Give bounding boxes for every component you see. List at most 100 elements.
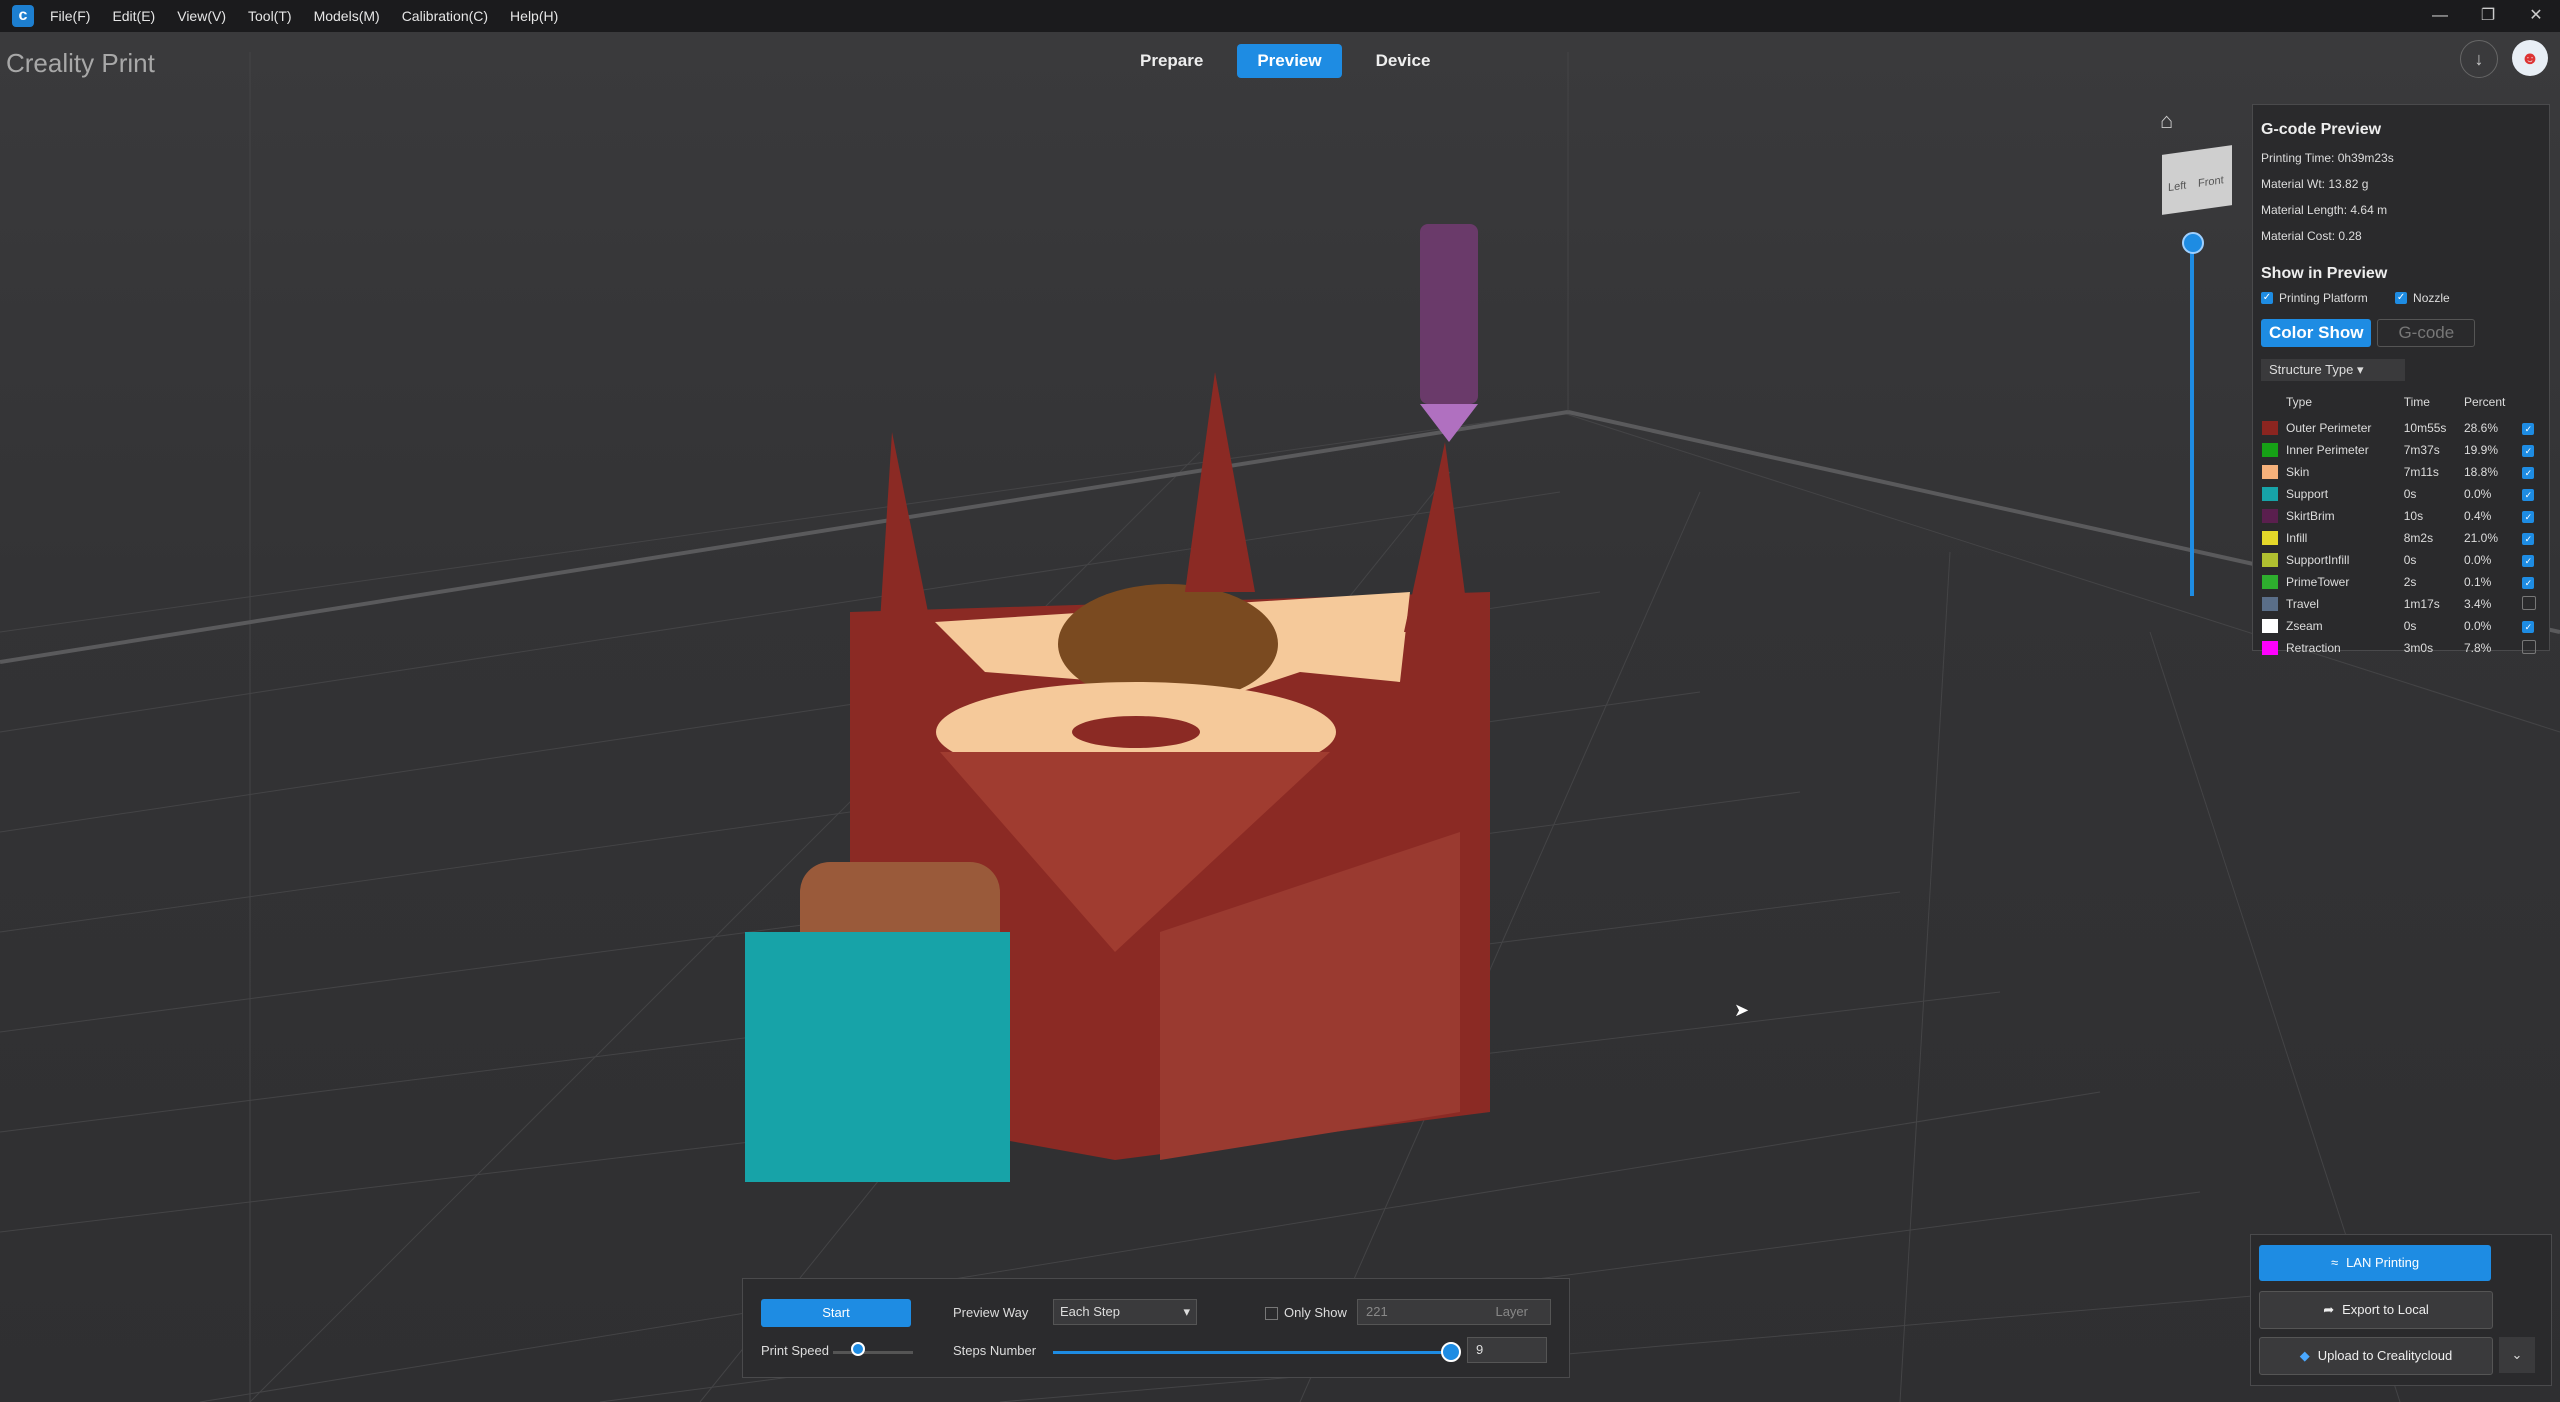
print-speed-label: Print Speed bbox=[761, 1343, 829, 1358]
cell-type: SkirtBrim bbox=[2286, 509, 2335, 523]
tab-preview[interactable]: Preview bbox=[1237, 44, 1342, 78]
type-header: Type bbox=[2286, 395, 2313, 409]
color-swatch[interactable] bbox=[2262, 597, 2278, 612]
print-speed-handle[interactable] bbox=[851, 1342, 865, 1356]
color-swatch[interactable] bbox=[2262, 509, 2278, 524]
layer-slider-handle[interactable] bbox=[2182, 232, 2204, 254]
row-checkbox[interactable]: ✓ bbox=[2522, 445, 2535, 457]
chevron-down-icon: ▾ bbox=[1183, 1304, 1190, 1319]
structure-table: Type Time Percent Outer Perimeter 10m55s 2… bbox=[2261, 387, 2543, 659]
table-row: Support 0s 0.0% ✓ bbox=[2261, 483, 2543, 505]
menu-item-1[interactable]: Edit(E) bbox=[112, 8, 155, 24]
lan-printing-label: LAN Printing bbox=[2346, 1255, 2420, 1270]
row-checkbox[interactable]: ✓ bbox=[2522, 467, 2535, 479]
chevron-down-icon[interactable]: ⌄ bbox=[2499, 1337, 2535, 1373]
menu-item-2[interactable]: View(V) bbox=[177, 8, 226, 24]
color-swatch[interactable] bbox=[2262, 575, 2278, 590]
color-swatch[interactable] bbox=[2262, 641, 2278, 656]
cell-type: Travel bbox=[2286, 597, 2319, 611]
row-checkbox[interactable]: ✓ bbox=[2522, 555, 2535, 567]
cell-time: 10m55s bbox=[2403, 421, 2447, 435]
cell-type: PrimeTower bbox=[2286, 575, 2350, 589]
material-weight: Material Wt: 13.82 g bbox=[2261, 177, 2369, 191]
cell-percent: 21.0% bbox=[2463, 531, 2499, 545]
only-show-checkbox[interactable]: Only Show bbox=[1265, 1305, 1347, 1321]
cell-time: 7m37s bbox=[2403, 443, 2440, 457]
printing-platform-label: Printing Platform bbox=[2279, 291, 2368, 305]
steps-number-handle[interactable] bbox=[1441, 1342, 1461, 1362]
color-swatch[interactable] bbox=[2262, 465, 2278, 480]
layer-slider-track[interactable] bbox=[2190, 236, 2194, 596]
color-swatch[interactable] bbox=[2262, 443, 2278, 458]
color-swatch[interactable] bbox=[2262, 421, 2278, 436]
layer-value: 221 bbox=[1366, 1304, 1388, 1319]
material-cost: Material Cost: 0.28 bbox=[2261, 229, 2362, 243]
steps-number-input[interactable]: 9 bbox=[1467, 1337, 1547, 1363]
steps-number-track[interactable] bbox=[1053, 1351, 1453, 1354]
steps-number-label: Steps Number bbox=[953, 1343, 1037, 1358]
avatar[interactable]: ☻ bbox=[2512, 40, 2548, 76]
tab-prepare[interactable]: Prepare bbox=[1120, 44, 1223, 78]
cell-percent: 0.1% bbox=[2463, 575, 2492, 589]
printing-platform-checkbox[interactable]: ✓ Printing Platform bbox=[2261, 291, 2368, 305]
color-show-button[interactable]: Color Show bbox=[2261, 319, 2372, 347]
top-right-controls: ↓ ☻ bbox=[2460, 40, 2548, 78]
home-icon[interactable]: ⌂ bbox=[2160, 108, 2184, 133]
table-row: PrimeTower 2s 0.1% ✓ bbox=[2261, 571, 2543, 593]
show-in-preview-title: Show in Preview bbox=[2261, 265, 2388, 282]
restore-icon[interactable]: ❐ bbox=[2464, 0, 2512, 32]
print-speed-track[interactable] bbox=[833, 1351, 913, 1354]
nozzle-label: Nozzle bbox=[2413, 291, 2450, 305]
row-checkbox[interactable]: ✓ bbox=[2522, 577, 2535, 589]
layer-input[interactable]: 221 Layer bbox=[1357, 1299, 1551, 1325]
table-row: Infill 8m2s 21.0% ✓ bbox=[2261, 527, 2543, 549]
cell-percent: 19.9% bbox=[2463, 443, 2499, 457]
download-icon[interactable]: ↓ bbox=[2460, 40, 2498, 78]
3d-viewport[interactable] bbox=[0, 32, 2560, 1402]
color-swatch[interactable] bbox=[2262, 487, 2278, 502]
lan-printing-button[interactable]: ≈ LAN Printing bbox=[2259, 1245, 2491, 1281]
color-swatch[interactable] bbox=[2262, 553, 2278, 568]
preview-way-label: Preview Way bbox=[953, 1305, 1029, 1320]
nozzle-checkbox[interactable]: ✓ Nozzle bbox=[2395, 291, 2450, 305]
cell-type: Skin bbox=[2286, 465, 2310, 479]
upload-to-cloud-button[interactable]: ◆ Upload to Crealitycloud bbox=[2259, 1337, 2493, 1375]
cell-percent: 0.4% bbox=[2463, 509, 2492, 523]
gcode-button[interactable]: G-code bbox=[2377, 319, 2476, 347]
color-swatch[interactable] bbox=[2262, 619, 2278, 634]
preview-way-select[interactable]: Each Step ▾ bbox=[1053, 1299, 1197, 1325]
menu-item-4[interactable]: Models(M) bbox=[314, 8, 380, 24]
row-checkbox[interactable]: ✓ bbox=[2522, 511, 2535, 523]
checkmark-icon: ✓ bbox=[2395, 292, 2408, 304]
menu-item-0[interactable]: File(F) bbox=[50, 8, 90, 24]
row-checkbox[interactable]: ✓ bbox=[2522, 533, 2535, 545]
row-checkbox[interactable] bbox=[2522, 639, 2537, 654]
window-controls: — ❐ ✕ bbox=[2416, 0, 2560, 32]
menu-item-3[interactable]: Tool(T) bbox=[248, 8, 292, 24]
row-checkbox[interactable]: ✓ bbox=[2522, 489, 2535, 501]
structure-type-dropdown[interactable]: Structure Type ▾ bbox=[2261, 359, 2405, 381]
cell-percent: 0.0% bbox=[2463, 619, 2492, 633]
cell-time: 1m17s bbox=[2403, 597, 2440, 611]
export-to-local-button[interactable]: ➦ Export to Local bbox=[2259, 1291, 2493, 1329]
minimize-icon[interactable]: — bbox=[2416, 0, 2464, 32]
row-checkbox[interactable] bbox=[2522, 595, 2537, 610]
cell-time: 10s bbox=[2403, 509, 2424, 523]
menu-item-6[interactable]: Help(H) bbox=[510, 8, 558, 24]
tab-device[interactable]: Device bbox=[1356, 44, 1451, 78]
row-checkbox[interactable]: ✓ bbox=[2522, 423, 2535, 435]
view-cube[interactable]: Left Front bbox=[2162, 145, 2232, 215]
menu-item-5[interactable]: Calibration(C) bbox=[402, 8, 488, 24]
cell-type: SupportInfill bbox=[2286, 553, 2350, 567]
row-checkbox[interactable]: ✓ bbox=[2522, 621, 2535, 633]
table-row: Inner Perimeter 7m37s 19.9% ✓ bbox=[2261, 439, 2543, 461]
structure-type-label: Structure Type bbox=[2269, 362, 2354, 377]
color-swatch[interactable] bbox=[2262, 531, 2278, 546]
close-icon[interactable]: ✕ bbox=[2512, 0, 2560, 32]
cell-percent: 18.8% bbox=[2463, 465, 2499, 479]
gcode-preview-panel: G-code Preview Printing Time: 0h39m23s Ma… bbox=[2252, 104, 2550, 656]
share-icon: ➦ bbox=[2323, 1302, 2335, 1317]
print-stats: Printing Time: 0h39m23s Material Wt: 13.8… bbox=[2261, 145, 2549, 249]
start-button[interactable]: Start bbox=[761, 1299, 911, 1327]
preview-control-bar: Start Print Speed Preview Way Each Step ▾… bbox=[742, 1278, 1570, 1378]
